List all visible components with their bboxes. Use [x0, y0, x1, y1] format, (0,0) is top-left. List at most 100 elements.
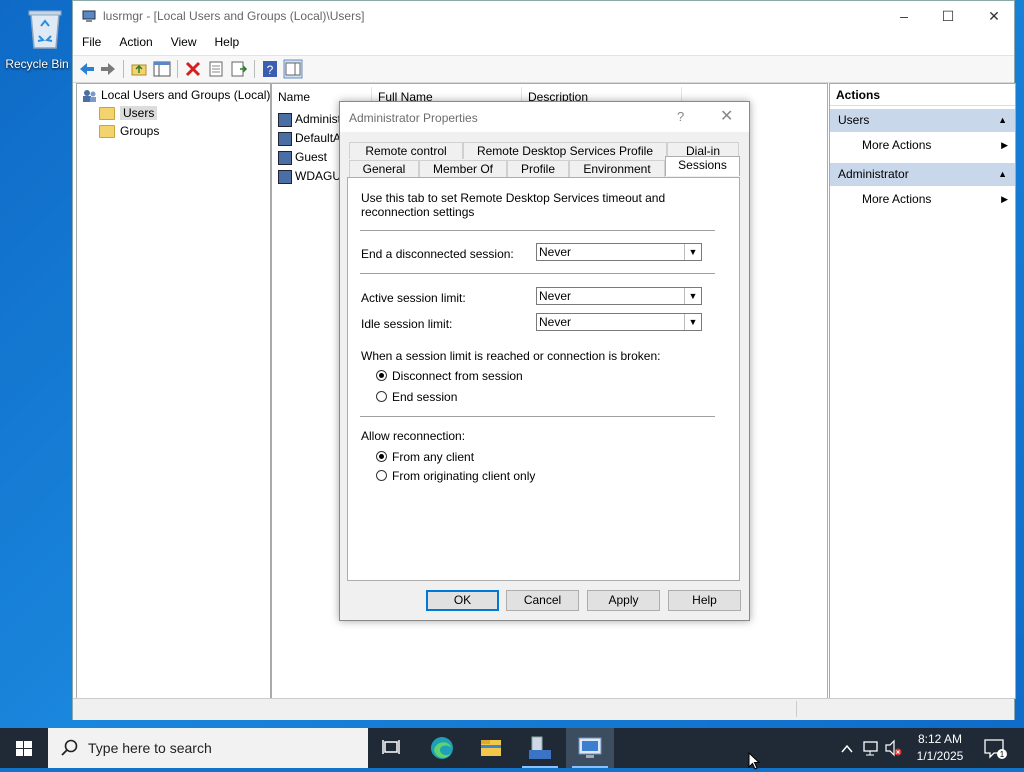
menu-help[interactable]: Help	[206, 32, 249, 49]
sessions-intro-text: Use this tab to set Remote Desktop Servi…	[361, 191, 666, 219]
active-session-limit-label: Active session limit:	[361, 291, 466, 305]
user-disabled-icon	[278, 131, 292, 146]
minimize-button[interactable]: –	[881, 1, 927, 32]
more-actions-users[interactable]: More Actions ▶	[862, 135, 1012, 155]
menu-action[interactable]: Action	[110, 32, 161, 49]
tab-member-of[interactable]: Member Of	[419, 160, 507, 177]
title-bar[interactable]: lusrmgr - [Local Users and Groups (Local…	[73, 1, 1014, 32]
from-originating-client-radio[interactable]	[376, 470, 387, 481]
actions-section-administrator-title: Administrator	[838, 167, 909, 181]
minimize-icon: –	[900, 8, 908, 24]
limit-reached-label: When a session limit is reached or conne…	[361, 349, 661, 363]
menu-file[interactable]: File	[73, 32, 110, 49]
end-session-radio[interactable]	[376, 391, 387, 402]
user-disabled-icon	[278, 150, 292, 165]
tab-profile[interactable]: Profile	[507, 160, 569, 177]
search-box[interactable]: Type here to search	[48, 728, 368, 768]
svg-text:?: ?	[267, 63, 274, 77]
list-item[interactable]: DefaultA	[278, 129, 341, 147]
export-list-icon[interactable]	[229, 59, 249, 79]
folder-icon	[99, 125, 115, 139]
actions-pane: Actions Users ▲ More Actions ▶ Administr…	[829, 83, 1016, 699]
toolbar-separator	[254, 60, 255, 78]
windows-logo-icon	[16, 741, 32, 756]
ok-button[interactable]: OK	[426, 590, 499, 611]
close-button[interactable]: ✕	[971, 1, 1017, 32]
list-item[interactable]: Administ	[278, 110, 341, 128]
volume-muted-icon[interactable]	[884, 728, 904, 768]
actions-section-administrator[interactable]: Administrator ▲	[830, 163, 1015, 186]
from-originating-client-label[interactable]: From originating client only	[392, 469, 535, 483]
maximize-button[interactable]: ☐	[925, 1, 971, 32]
help-icon[interactable]: ?	[260, 59, 280, 79]
toolbar-separator	[123, 60, 124, 78]
network-icon[interactable]	[862, 728, 880, 768]
end-disconnected-select[interactable]: Never ▼	[536, 243, 702, 261]
action-center-button[interactable]: 1	[980, 728, 1010, 768]
help-button[interactable]: Help	[668, 590, 741, 611]
more-actions-administrator[interactable]: More Actions ▶	[862, 189, 1012, 209]
active-session-limit-value: Never	[539, 289, 572, 303]
user-icon	[278, 112, 292, 127]
taskbar-edge[interactable]	[418, 728, 466, 768]
list-item[interactable]: WDAGU	[278, 167, 341, 185]
tree-item-users-label: Users	[120, 106, 158, 120]
dialog-close-icon[interactable]: ✕	[720, 106, 733, 126]
users-groups-icon	[83, 89, 96, 102]
tree-item-groups[interactable]: Groups	[99, 122, 159, 140]
tab-remote-desktop-services-profile[interactable]: Remote Desktop Services Profile	[463, 142, 667, 159]
disconnect-from-session-label[interactable]: Disconnect from session	[392, 369, 523, 383]
clock[interactable]: 8:12 AM 1/1/2025	[905, 731, 975, 765]
separator	[360, 230, 715, 231]
list-item[interactable]: Guest	[278, 148, 327, 166]
taskbar-file-explorer[interactable]	[467, 728, 515, 768]
back-arrow-icon[interactable]	[77, 59, 97, 79]
help-question-icon[interactable]: ?	[677, 109, 684, 124]
tab-environment[interactable]: Environment	[569, 160, 665, 177]
recycle-bin-icon	[28, 10, 61, 49]
edge-icon	[431, 737, 453, 759]
clock-time: 8:12 AM	[917, 732, 963, 746]
taskbar-computer-management[interactable]	[566, 728, 614, 768]
from-any-client-label[interactable]: From any client	[392, 450, 474, 464]
from-any-client-radio[interactable]	[376, 451, 387, 462]
show-hide-action-pane-icon[interactable]	[283, 59, 303, 79]
menu-view[interactable]: View	[162, 32, 206, 49]
chevron-up-icon[interactable]	[840, 728, 854, 768]
collapse-triangle-icon: ▲	[998, 169, 1007, 179]
tree-item-users[interactable]: Users	[99, 104, 158, 122]
tab-general[interactable]: General	[349, 160, 419, 177]
tree-root-label: Local Users and Groups (Local)	[101, 88, 271, 102]
tree-root[interactable]: Local Users and Groups (Local)	[82, 86, 270, 104]
idle-session-limit-value: Never	[539, 315, 572, 329]
tab-sessions[interactable]: Sessions	[665, 156, 740, 176]
taskbar: Type here to search 8:12 AM 1/1/2025 1	[0, 728, 1024, 768]
task-view-button[interactable]	[368, 728, 416, 768]
cancel-button[interactable]: Cancel	[506, 590, 579, 611]
up-folder-icon[interactable]	[129, 59, 149, 79]
dialog-title-bar[interactable]: Administrator Properties ? ✕	[340, 102, 749, 132]
sessions-tab-panel: Use this tab to set Remote Desktop Servi…	[347, 177, 740, 581]
end-disconnected-value: Never	[539, 245, 572, 259]
search-icon	[61, 739, 78, 756]
actions-section-users[interactable]: Users ▲	[830, 109, 1015, 132]
actions-section-users-title: Users	[838, 113, 870, 127]
active-session-limit-select[interactable]: Never ▼	[536, 287, 702, 305]
idle-session-limit-select[interactable]: Never ▼	[536, 313, 702, 331]
delete-icon[interactable]	[183, 59, 203, 79]
tab-remote-control[interactable]: Remote control	[349, 142, 463, 159]
apply-button[interactable]: Apply	[587, 590, 660, 611]
forward-arrow-icon[interactable]	[98, 59, 118, 79]
show-hide-console-tree-icon[interactable]	[152, 59, 172, 79]
toolbar: ?	[73, 55, 1014, 83]
list-item-name: DefaultA	[295, 131, 342, 145]
file-explorer-icon	[481, 740, 501, 756]
disconnect-from-session-radio[interactable]	[376, 370, 387, 381]
properties-icon[interactable]	[206, 59, 226, 79]
end-session-label[interactable]: End session	[392, 390, 457, 404]
taskbar-server-manager[interactable]	[516, 728, 564, 768]
system-tray	[838, 728, 904, 768]
recycle-bin-shortcut[interactable]: Recycle Bin	[2, 6, 72, 71]
start-button[interactable]	[0, 728, 48, 768]
clock-date: 1/1/2025	[916, 749, 964, 763]
